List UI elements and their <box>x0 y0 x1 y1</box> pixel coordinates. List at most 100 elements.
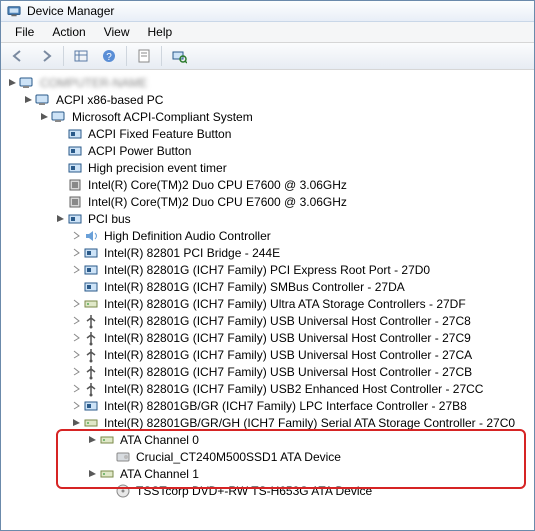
expand-icon[interactable] <box>69 246 83 260</box>
tree-item[interactable]: High precision event timer <box>5 159 532 176</box>
item-label: High Definition Audio Controller <box>102 228 273 244</box>
tree-item[interactable]: ACPI Fixed Feature Button <box>5 125 532 142</box>
device-tree: COMPUTER-NAME ACPI x86-based PC Microsof… <box>1 70 534 531</box>
menubar: File Action View Help <box>1 22 534 43</box>
help-button[interactable]: ? <box>96 44 122 68</box>
item-label: Intel(R) 82801G (ICH7 Family) USB Univer… <box>102 364 474 380</box>
tree-item[interactable]: Intel(R) 82801G (ICH7 Family) USB2 Enhan… <box>5 380 532 397</box>
show-hidden-button[interactable] <box>68 44 94 68</box>
menu-view[interactable]: View <box>96 23 138 41</box>
computer-icon <box>19 75 35 91</box>
item-label: High precision event timer <box>86 160 229 176</box>
system-device-icon <box>67 126 83 142</box>
tree-item[interactable]: Intel(R) 82801GB/GR (ICH7 Family) LPC In… <box>5 397 532 414</box>
expand-icon[interactable] <box>69 365 83 379</box>
tree-item-crucial[interactable]: Crucial_CT240M500SSD1 ATA Device <box>5 448 532 465</box>
window-title: Device Manager <box>27 4 114 18</box>
expand-icon[interactable] <box>69 263 83 277</box>
item-label: ACPI Fixed Feature Button <box>86 126 233 142</box>
storage-controller-icon <box>83 296 99 312</box>
storage-controller-icon <box>99 466 115 482</box>
expand-icon[interactable] <box>69 331 83 345</box>
tree-item[interactable]: PCI bus <box>5 210 532 227</box>
storage-controller-icon <box>99 432 115 448</box>
back-button[interactable] <box>5 44 31 68</box>
toolbar: ? <box>1 43 534 70</box>
item-label: ATA Channel 1 <box>118 466 201 482</box>
usb-icon <box>83 364 99 380</box>
storage-controller-icon <box>83 415 99 431</box>
tree-item[interactable]: Intel(R) 82801G (ICH7 Family) USB Univer… <box>5 312 532 329</box>
menu-help[interactable]: Help <box>140 23 181 41</box>
expand-icon[interactable] <box>69 229 83 243</box>
item-label: ATA Channel 0 <box>118 432 201 448</box>
collapse-icon[interactable] <box>85 467 99 481</box>
system-device-icon <box>67 143 83 159</box>
expand-icon[interactable] <box>69 297 83 311</box>
tree-item[interactable]: Intel(R) 82801G (ICH7 Family) Ultra ATA … <box>5 295 532 312</box>
cpu-icon <box>67 194 83 210</box>
collapse-icon[interactable] <box>85 433 99 447</box>
tree-item[interactable]: Intel(R) Core(TM)2 Duo CPU E7600 @ 3.06G… <box>5 176 532 193</box>
item-label: Intel(R) 82801G (ICH7 Family) PCI Expres… <box>102 262 432 278</box>
audio-icon <box>83 228 99 244</box>
item-label: ACPI x86-based PC <box>54 92 165 108</box>
menu-action[interactable]: Action <box>44 23 93 41</box>
item-label: Intel(R) Core(TM)2 Duo CPU E7600 @ 3.06G… <box>86 194 349 210</box>
expand-icon[interactable] <box>69 314 83 328</box>
item-label: Intel(R) 82801GB/GR/GH (ICH7 Family) Ser… <box>102 415 517 431</box>
properties-button[interactable] <box>131 44 157 68</box>
tree-item[interactable]: Intel(R) 82801G (ICH7 Family) PCI Expres… <box>5 261 532 278</box>
computer-icon <box>35 92 51 108</box>
tree-item[interactable]: Intel(R) 82801G (ICH7 Family) USB Univer… <box>5 363 532 380</box>
item-label: Intel(R) 82801G (ICH7 Family) USB Univer… <box>102 313 473 329</box>
collapse-icon[interactable] <box>69 416 83 430</box>
menu-file[interactable]: File <box>7 23 42 41</box>
optical-drive-icon <box>115 483 131 499</box>
usb-icon <box>83 313 99 329</box>
tree-item[interactable]: Intel(R) 82801G (ICH7 Family) SMBus Cont… <box>5 278 532 295</box>
system-device-icon <box>83 245 99 261</box>
system-device-icon <box>83 262 99 278</box>
tree-item-ata0[interactable]: ATA Channel 0 <box>5 431 532 448</box>
tree-item[interactable]: Microsoft ACPI-Compliant System <box>5 108 532 125</box>
usb-icon <box>83 381 99 397</box>
system-device-icon <box>67 211 83 227</box>
tree-item[interactable]: ATA Channel 1 <box>5 465 532 482</box>
tree-item[interactable]: Intel(R) Core(TM)2 Duo CPU E7600 @ 3.06G… <box>5 193 532 210</box>
tree-item[interactable]: Intel(R) 82801G (ICH7 Family) USB Univer… <box>5 329 532 346</box>
cpu-icon <box>67 177 83 193</box>
collapse-icon[interactable] <box>37 110 51 124</box>
scan-button[interactable] <box>166 44 192 68</box>
item-label: PCI bus <box>86 211 133 227</box>
usb-icon <box>83 347 99 363</box>
titlebar: Device Manager <box>1 1 534 22</box>
collapse-icon[interactable] <box>53 212 67 226</box>
tree-item[interactable]: Intel(R) 82801 PCI Bridge - 244E <box>5 244 532 261</box>
item-label: Intel(R) 82801G (ICH7 Family) SMBus Cont… <box>102 279 407 295</box>
expand-icon[interactable] <box>69 348 83 362</box>
tree-item[interactable]: High Definition Audio Controller <box>5 227 532 244</box>
computer-icon <box>51 109 67 125</box>
item-label: Intel(R) 82801G (ICH7 Family) Ultra ATA … <box>102 296 468 312</box>
separator <box>161 46 162 66</box>
collapse-icon[interactable] <box>21 93 35 107</box>
item-label: Microsoft ACPI-Compliant System <box>70 109 255 125</box>
expand-icon[interactable] <box>69 382 83 396</box>
tree-item[interactable]: ACPI x86-based PC <box>5 91 532 108</box>
item-label: Intel(R) 82801 PCI Bridge - 244E <box>102 245 282 261</box>
tree-item[interactable]: Intel(R) 82801G (ICH7 Family) USB Univer… <box>5 346 532 363</box>
item-label: Crucial_CT240M500SSD1 ATA Device <box>134 449 343 465</box>
tree-root[interactable]: COMPUTER-NAME <box>5 74 532 91</box>
forward-button[interactable] <box>33 44 59 68</box>
tree-item[interactable]: ACPI Power Button <box>5 142 532 159</box>
item-label: Intel(R) 82801G (ICH7 Family) USB Univer… <box>102 347 474 363</box>
expand-icon[interactable] <box>69 399 83 413</box>
item-label: Intel(R) 82801G (ICH7 Family) USB2 Enhan… <box>102 381 485 397</box>
item-label: Intel(R) Core(TM)2 Duo CPU E7600 @ 3.06G… <box>86 177 349 193</box>
disk-icon <box>115 449 131 465</box>
root-label: COMPUTER-NAME <box>38 75 149 91</box>
tree-item-sata[interactable]: Intel(R) 82801GB/GR/GH (ICH7 Family) Ser… <box>5 414 532 431</box>
tree-item[interactable]: TSSTcorp DVD+-RW TS-H653G ATA Device <box>5 482 532 499</box>
collapse-icon[interactable] <box>5 76 19 90</box>
